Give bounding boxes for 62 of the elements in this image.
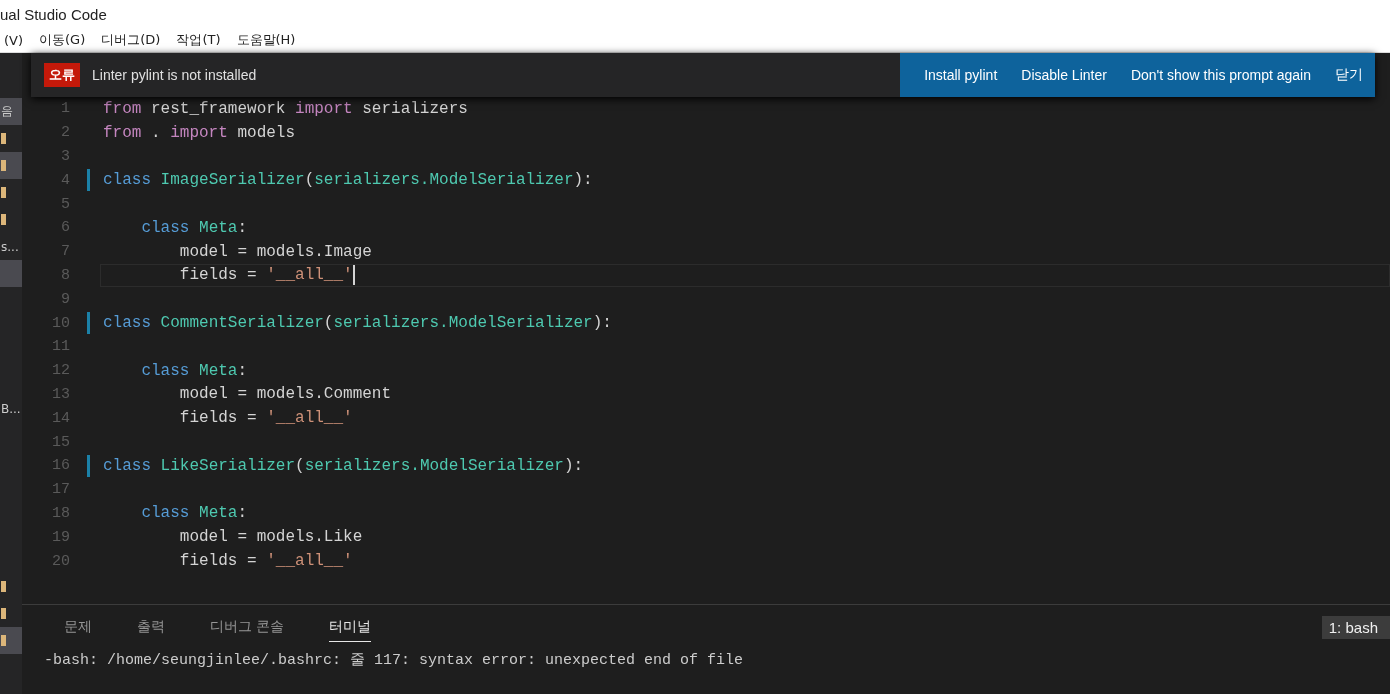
- line-number: 10: [51, 314, 70, 332]
- sidebar-item[interactable]: [0, 152, 22, 179]
- line-number: 13: [51, 385, 70, 403]
- terminal-select[interactable]: 1: bash: [1321, 616, 1390, 639]
- folder-icon: [1, 635, 6, 646]
- line-number: 3: [60, 148, 70, 165]
- window-title: ual Studio Code: [0, 5, 107, 23]
- line-number: 5: [60, 195, 70, 213]
- code-line: model = models.Comment: [178, 385, 392, 404]
- line-number: 4: [60, 171, 70, 189]
- notification-action[interactable]: 닫기: [1323, 66, 1375, 84]
- panel-tab[interactable]: 디버그 콘솔: [210, 613, 285, 642]
- line-number: 9: [60, 290, 70, 308]
- severity-badge: 오류: [44, 63, 80, 87]
- code-line: class Meta:: [140, 361, 248, 380]
- line-number: 16: [51, 457, 70, 475]
- code-line: from . import models: [103, 123, 296, 142]
- terminal-line: -bash: /home/seungjinlee/.bashrc: 줄 117: syntax error: unexpected end of file: [44, 651, 745, 670]
- folder-icon: [1, 608, 6, 619]
- line-number: 18: [51, 504, 70, 522]
- notification-action[interactable]: Install pylint: [912, 67, 1010, 83]
- code-line: class Meta:: [140, 504, 248, 523]
- folder-icon: [1, 581, 6, 592]
- sidebar-item[interactable]: 음: [0, 98, 22, 125]
- panel-tab[interactable]: 출력: [137, 613, 165, 642]
- line-number: 12: [51, 362, 70, 380]
- panel-tab[interactable]: 문제: [64, 613, 92, 642]
- line-number: 17: [51, 481, 70, 499]
- sidebar-item[interactable]: [0, 627, 22, 654]
- line-number: 14: [51, 409, 70, 427]
- folder-icon: [1, 214, 6, 225]
- folder-icon: [1, 160, 6, 171]
- code-line: model = models.Image: [178, 242, 372, 261]
- line-number: 11: [51, 338, 70, 356]
- menu-item[interactable]: 디버그(D): [101, 29, 161, 51]
- panel-tab[interactable]: 터미널: [329, 613, 372, 642]
- line-number: 1: [60, 100, 70, 118]
- line-number: 6: [60, 219, 70, 237]
- menu-item[interactable]: 이동(G): [39, 29, 86, 51]
- code-line: fields = '__all__': [178, 409, 353, 428]
- code-line: class Meta:: [140, 218, 248, 237]
- code-line: fields = '__all__': [178, 265, 355, 286]
- code-line: class ImageSerializer(serializers.ModelSerializer):: [103, 171, 593, 190]
- notification-message: Linter pylint is not installed: [92, 67, 257, 83]
- code-line: from rest_framework import serializers: [103, 99, 468, 118]
- line-number: 20: [51, 552, 70, 570]
- code-line: class CommentSerializer(serializers.ModelSerializer):: [103, 314, 612, 333]
- menu-item[interactable]: (V): [4, 30, 24, 50]
- line-number: 7: [60, 243, 70, 261]
- code-line: fields = '__all__': [178, 552, 353, 571]
- line-number: 15: [51, 433, 70, 451]
- menu-item[interactable]: 작업(T): [176, 29, 221, 51]
- line-number: 2: [60, 124, 70, 142]
- folder-icon: [1, 133, 6, 144]
- menu-item[interactable]: 도움말(H): [236, 29, 296, 51]
- line-number: 19: [51, 528, 70, 546]
- code-line: model = models.Like: [178, 528, 363, 547]
- code-line: class LikeSerializer(serializers.ModelSerializer):: [103, 456, 584, 475]
- folder-icon: [1, 187, 6, 198]
- notification-action[interactable]: Don't show this prompt again: [1118, 67, 1323, 83]
- notification-action[interactable]: Disable Linter: [1009, 67, 1119, 83]
- line-number: 8: [60, 266, 70, 284]
